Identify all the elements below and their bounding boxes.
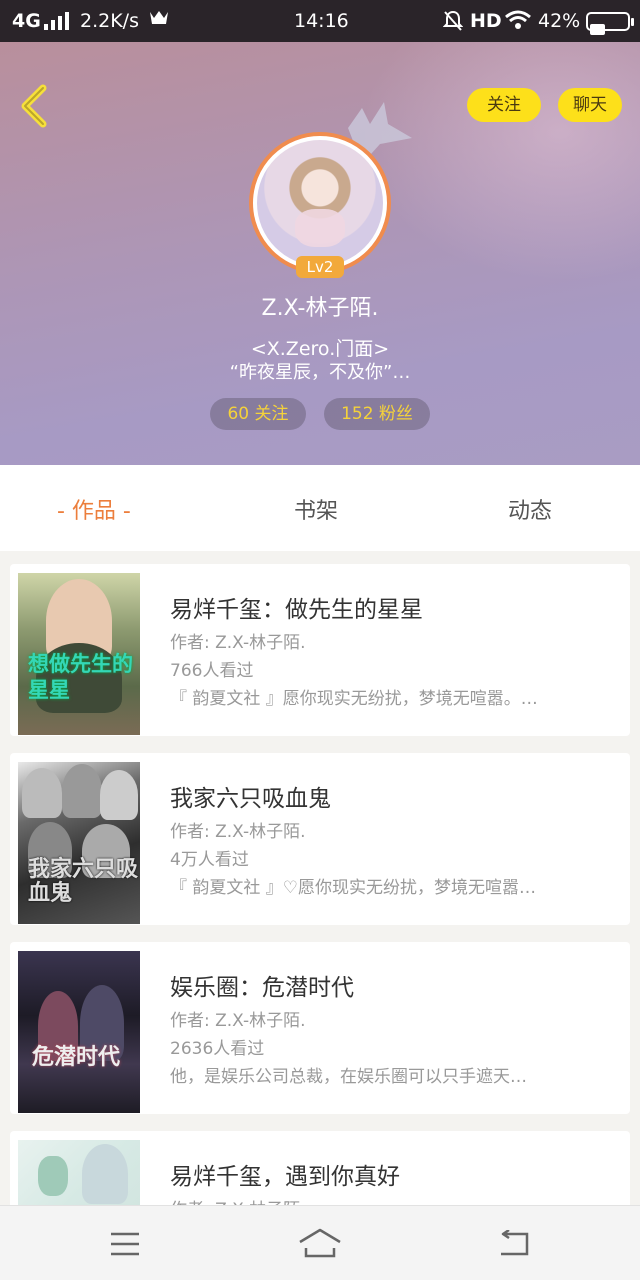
book-author: 作者: Z.X-林子陌. <box>170 633 306 653</box>
follow-button[interactable]: 关注 <box>467 88 541 122</box>
book-cover: 我家六只吸血鬼 <box>18 762 140 924</box>
avatar-image <box>257 140 383 266</box>
network-speed: 2.2K/s <box>80 10 139 32</box>
book-author: 作者: Z.X-林子陌. <box>170 1195 306 1205</box>
book-cover-title: 想做先生的星星 <box>28 652 133 702</box>
book-card[interactable]: 易烊千玺，遇到你真好 作者: Z.X-林子陌. <box>10 1131 630 1205</box>
bell-off-icon <box>442 10 464 37</box>
home-icon <box>299 1228 341 1258</box>
battery-icon <box>586 12 634 35</box>
book-cover-title: 危潜时代 <box>32 1045 121 1070</box>
book-cover <box>18 1140 140 1205</box>
profile-tabs: - 作品 - 书架 动态 <box>0 465 640 551</box>
book-list: 想做先生的星星 易烊千玺：做先生的星星 作者: Z.X-林子陌. 766人看过 … <box>0 551 640 1205</box>
book-title: 易烊千玺，遇到你真好 <box>170 1164 400 1190</box>
book-cover-title: 我家六只吸血鬼 <box>28 857 139 906</box>
back-nav-button[interactable] <box>492 1226 536 1262</box>
book-title: 我家六只吸血鬼 <box>170 786 331 812</box>
signal-icon <box>44 12 69 30</box>
book-description: 『 韵夏文社 』♡愿你现实无纷扰，梦境无喧嚣… <box>170 878 537 898</box>
network-type: 4G <box>12 10 41 32</box>
user-name: Z.X-林子陌. <box>261 296 379 321</box>
book-author: 作者: Z.X-林子陌. <box>170 822 306 842</box>
home-button[interactable] <box>298 1226 342 1262</box>
status-bar: 4G 2.2K/s 14:16 HD 42% <box>0 0 640 42</box>
book-card[interactable]: 危潜时代 娱乐圈：危潜时代 作者: Z.X-林子陌. 2636人看过 他，是娱乐… <box>10 942 630 1114</box>
tab-feed[interactable]: 动态 <box>508 493 552 525</box>
book-views: 766人看过 <box>170 661 254 681</box>
hd-indicator: HD <box>470 10 502 32</box>
book-cover: 危潜时代 <box>18 951 140 1113</box>
book-cover: 想做先生的星星 <box>18 573 140 735</box>
wifi-icon <box>504 10 532 35</box>
avatar[interactable] <box>249 132 391 274</box>
level-badge: Lv2 <box>296 256 344 278</box>
tab-works[interactable]: - 作品 - <box>57 493 131 525</box>
user-bio: “昨夜星辰，不及你”… <box>229 362 411 383</box>
book-views: 2636人看过 <box>170 1039 265 1059</box>
book-card[interactable]: 想做先生的星星 易烊千玺：做先生的星星 作者: Z.X-林子陌. 766人看过 … <box>10 564 630 736</box>
book-card[interactable]: 我家六只吸血鬼 我家六只吸血鬼 作者: Z.X-林子陌. 4万人看过 『 韵夏文… <box>10 753 630 925</box>
book-title: 娱乐圈：危潜时代 <box>170 975 354 1001</box>
back-icon <box>501 1230 529 1256</box>
book-description: 『 韵夏文社 』愿你现实无纷扰，梦境无喧嚣。… <box>170 689 538 709</box>
tab-bookshelf[interactable]: 书架 <box>294 493 338 525</box>
system-nav-bar <box>0 1205 640 1280</box>
crown-icon <box>148 8 170 33</box>
book-author: 作者: Z.X-林子陌. <box>170 1011 306 1031</box>
battery-level <box>590 24 605 35</box>
book-title: 易烊千玺：做先生的星星 <box>170 597 423 623</box>
menu-button[interactable] <box>103 1226 147 1262</box>
book-views: 4万人看过 <box>170 850 249 870</box>
book-description: 他，是娱乐公司总裁，在娱乐圈可以只手遮天… <box>170 1067 527 1087</box>
user-tag: <X.Zero.门面> <box>250 338 390 360</box>
clock: 14:16 <box>294 10 349 32</box>
chevron-left-icon <box>21 84 47 128</box>
chat-button[interactable]: 聊天 <box>558 88 622 122</box>
following-count[interactable]: 60 关注 <box>210 398 306 430</box>
battery-percent: 42% <box>538 10 581 32</box>
menu-icon <box>111 1232 139 1256</box>
back-button[interactable] <box>14 82 54 130</box>
fans-count[interactable]: 152 粉丝 <box>324 398 430 430</box>
profile-header: 关注 聊天 Lv2 Z.X-林子陌. <X.Zero.门面> “昨夜星辰，不及你… <box>0 42 640 465</box>
